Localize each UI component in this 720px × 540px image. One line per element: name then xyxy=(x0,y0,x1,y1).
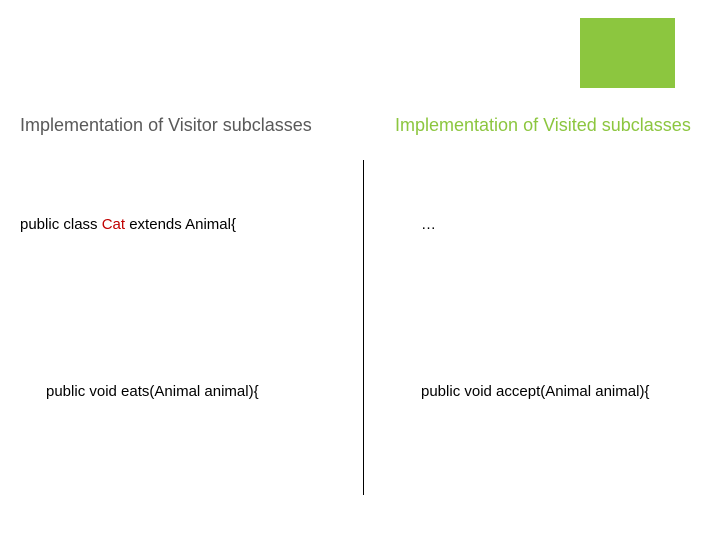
slide: Implementation of Visitor subclasses Imp… xyxy=(0,0,720,540)
code-text: extends Animal{ xyxy=(125,216,236,233)
code-left: public class Cat extends Animal{ public … xyxy=(20,172,259,540)
code-line: public void accept(Animal animal){ xyxy=(395,381,649,402)
spacer xyxy=(395,308,649,318)
column-divider xyxy=(363,160,364,495)
code-right: … public void accept(Animal animal){ ani… xyxy=(395,172,649,540)
spacer xyxy=(20,475,259,485)
code-line: public class Cat extends Animal{ xyxy=(20,214,259,235)
heading-visited: Implementation of Visited subclasses xyxy=(395,115,691,136)
spacer xyxy=(395,475,649,485)
code-text: public void accept(Animal animal){ xyxy=(395,381,649,402)
spacer xyxy=(20,308,259,318)
code-line: … xyxy=(395,214,649,235)
code-text: public class xyxy=(20,216,102,233)
class-name: Cat xyxy=(102,216,125,233)
code-line: public void eats(Animal animal){ xyxy=(20,381,259,402)
ellipsis: … xyxy=(395,214,436,235)
heading-visitor: Implementation of Visitor subclasses xyxy=(20,115,312,136)
accent-box xyxy=(580,18,675,88)
code-text: public void eats(Animal animal){ xyxy=(20,381,259,402)
